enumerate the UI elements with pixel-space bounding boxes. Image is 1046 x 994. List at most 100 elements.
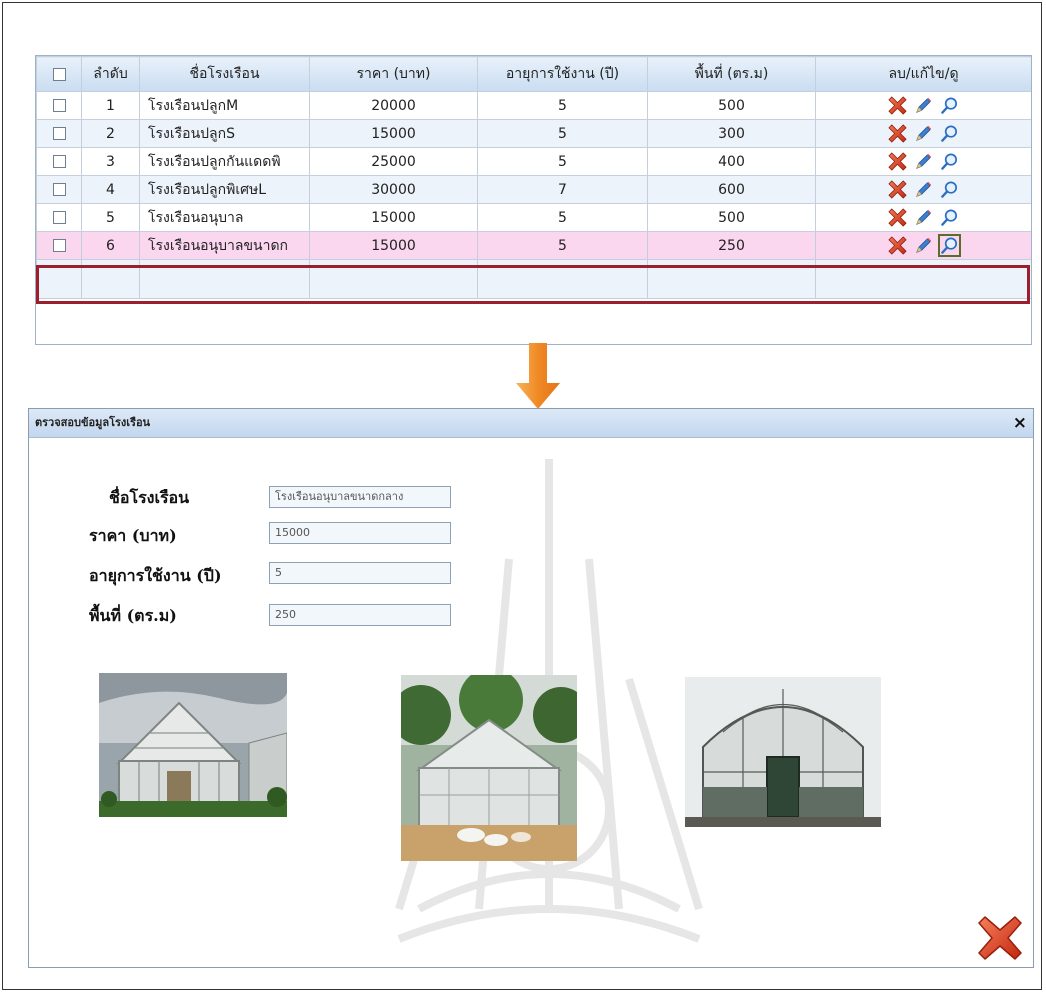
row-name: โรงเรือนปลูกพิเศษL <box>139 175 310 204</box>
table-row[interactable]: 3 โรงเรือนปลูกกันแดดพิ 25000 5 400 <box>36 147 1031 176</box>
table-header-row: ลำดับ ชื่อโรงเรือน ราคา (บาท) อายุการใช้… <box>36 56 1031 92</box>
magnifier-icon[interactable] <box>938 234 961 257</box>
field-area-input[interactable]: 250 <box>269 604 451 626</box>
row-actions <box>815 147 1031 176</box>
empty-row <box>36 259 1031 299</box>
row-area: 300 <box>647 119 816 148</box>
row-name: โรงเรือนปลูกS <box>139 119 310 148</box>
row-lifetime: 5 <box>477 91 648 120</box>
greenhouse-table: ลำดับ ชื่อโรงเรือน ราคา (บาท) อายุการใช้… <box>35 55 1032 345</box>
row-area: 500 <box>647 203 816 232</box>
field-name-label: ชื่อโรงเรือน <box>109 488 190 507</box>
row-no: 6 <box>81 231 140 260</box>
dialog-titlebar[interactable]: ตรวจสอบข้อมูลโรงเรือน × <box>29 409 1033 438</box>
row-price: 20000 <box>309 91 478 120</box>
delete-x-icon[interactable] <box>888 124 907 143</box>
pencil-icon[interactable] <box>914 96 933 115</box>
magnifier-icon[interactable] <box>940 208 959 227</box>
row-area: 250 <box>647 231 816 260</box>
big-red-x-icon[interactable] <box>977 915 1023 961</box>
header-lifetime[interactable]: อายุการใช้งาน (ปี) <box>477 56 648 92</box>
row-no: 2 <box>81 119 140 148</box>
row-checkbox[interactable] <box>52 239 66 252</box>
delete-x-icon[interactable] <box>888 96 907 115</box>
row-select-cell[interactable] <box>36 231 82 260</box>
row-area: 500 <box>647 91 816 120</box>
field-name-input[interactable]: โรงเรือนอนุบาลขนาดกลาง <box>269 486 451 508</box>
row-select-cell[interactable] <box>36 119 82 148</box>
table-row[interactable]: 4 โรงเรือนปลูกพิเศษL 30000 7 600 <box>36 175 1031 204</box>
row-price: 15000 <box>309 203 478 232</box>
row-price: 15000 <box>309 231 478 260</box>
row-actions <box>815 203 1031 232</box>
row-actions <box>815 91 1031 120</box>
header-price[interactable]: ราคา (บาท) <box>309 56 478 92</box>
table-row[interactable]: 5 โรงเรือนอนุบาล 15000 5 500 <box>36 203 1031 232</box>
row-checkbox[interactable] <box>52 211 66 224</box>
row-name: โรงเรือนปลูกM <box>139 91 310 120</box>
detail-dialog: ตรวจสอบข้อมูลโรงเรือน × ชื่อโรงเรือน โรง… <box>28 408 1034 968</box>
table-row[interactable]: 2 โรงเรือนปลูกS 15000 5 300 <box>36 119 1031 148</box>
magnifier-icon[interactable] <box>940 124 959 143</box>
row-checkbox[interactable] <box>52 155 66 168</box>
pencil-icon[interactable] <box>914 236 933 255</box>
row-checkbox[interactable] <box>52 183 66 196</box>
row-checkbox[interactable] <box>52 127 66 140</box>
row-lifetime: 7 <box>477 175 648 204</box>
row-name: โรงเรือนปลูกกันแดดพิ <box>139 147 310 176</box>
row-name: โรงเรือนอนุบาลขนาดก <box>139 231 310 260</box>
row-no: 3 <box>81 147 140 176</box>
magnifier-icon[interactable] <box>940 96 959 115</box>
row-no: 4 <box>81 175 140 204</box>
row-no: 1 <box>81 91 140 120</box>
field-area-label: พื้นที่ (ตร.ม) <box>89 606 177 625</box>
greenhouse-photo-3[interactable] <box>685 677 881 827</box>
row-no: 5 <box>81 203 140 232</box>
row-select-cell[interactable] <box>36 91 82 120</box>
dialog-close-icon[interactable]: × <box>1013 413 1027 433</box>
magnifier-icon[interactable] <box>940 152 959 171</box>
pencil-icon[interactable] <box>914 152 933 171</box>
row-select-cell[interactable] <box>36 203 82 232</box>
field-price-input[interactable]: 15000 <box>269 522 451 544</box>
greenhouse-photo-1[interactable] <box>99 673 287 817</box>
table-row[interactable]: 6 โรงเรือนอนุบาลขนาดก 15000 5 250 <box>36 231 1031 260</box>
row-area: 600 <box>647 175 816 204</box>
field-lifetime-label: อายุการใช้งาน (ปี) <box>89 566 222 585</box>
row-lifetime: 5 <box>477 119 648 148</box>
row-checkbox[interactable] <box>52 99 66 112</box>
delete-x-icon[interactable] <box>888 180 907 199</box>
field-price-label: ราคา (บาท) <box>89 526 177 545</box>
pencil-icon[interactable] <box>914 124 933 143</box>
header-actions: ลบ/แก้ไข/ดู <box>815 56 1031 92</box>
row-actions <box>815 231 1031 260</box>
row-actions <box>815 119 1031 148</box>
row-name: โรงเรือนอนุบาล <box>139 203 310 232</box>
dialog-title: ตรวจสอบข้อมูลโรงเรือน <box>35 416 151 429</box>
header-select-all[interactable] <box>36 56 82 92</box>
row-select-cell[interactable] <box>36 175 82 204</box>
table-row[interactable]: 1 โรงเรือนปลูกM 20000 5 500 <box>36 91 1031 120</box>
header-name[interactable]: ชื่อโรงเรือน <box>139 56 310 92</box>
row-price: 25000 <box>309 147 478 176</box>
row-lifetime: 5 <box>477 203 648 232</box>
row-actions <box>815 175 1031 204</box>
row-price: 15000 <box>309 119 478 148</box>
pencil-icon[interactable] <box>914 180 933 199</box>
delete-x-icon[interactable] <box>888 152 907 171</box>
row-price: 30000 <box>309 175 478 204</box>
field-lifetime-input[interactable]: 5 <box>269 562 451 584</box>
delete-x-icon[interactable] <box>888 208 907 227</box>
pencil-icon[interactable] <box>914 208 933 227</box>
header-no[interactable]: ลำดับ <box>81 56 140 92</box>
header-area[interactable]: พื้นที่ (ตร.ม) <box>647 56 816 92</box>
magnifier-icon[interactable] <box>940 180 959 199</box>
row-select-cell[interactable] <box>36 147 82 176</box>
delete-x-icon[interactable] <box>888 236 907 255</box>
row-area: 400 <box>647 147 816 176</box>
down-arrow-icon <box>516 343 560 409</box>
greenhouse-photo-2[interactable] <box>401 675 577 861</box>
row-lifetime: 5 <box>477 147 648 176</box>
select-all-checkbox[interactable] <box>52 67 66 81</box>
row-lifetime: 5 <box>477 231 648 260</box>
